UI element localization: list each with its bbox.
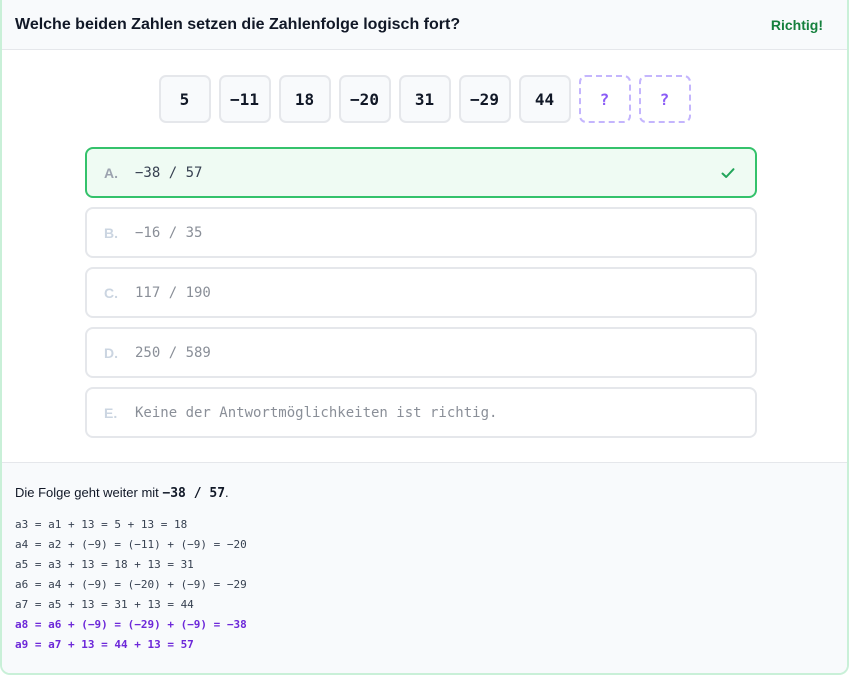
- solution-step-answer: a9 = a7 + 13 = 44 + 13 = 57: [15, 638, 194, 651]
- check-icon: [719, 164, 737, 182]
- sequence-unknown: ?: [578, 75, 631, 123]
- option-letter: E.: [104, 404, 118, 421]
- sequence-unknown: ?: [638, 75, 691, 123]
- option-letter: B.: [104, 224, 118, 241]
- option-e[interactable]: E. Keine der Antwortmöglichkeiten ist ri…: [85, 387, 757, 438]
- explanation-summary: Die Folge geht weiter mit −38 / 57.: [15, 485, 847, 501]
- option-text: −38 / 57: [135, 164, 203, 181]
- sequence-number: 44: [518, 75, 571, 123]
- answer-options: A. −38 / 57 B. −16 / 35 C. 117 / 190 D. …: [85, 147, 757, 438]
- solution-step: a5 = a3 + 13 = 18 + 13 = 31: [15, 558, 194, 571]
- option-d[interactable]: D. 250 / 589: [85, 327, 757, 378]
- question-title: Welche beiden Zahlen setzen die Zahlenfo…: [15, 15, 461, 33]
- quiz-header: Welche beiden Zahlen setzen die Zahlenfo…: [2, 0, 847, 50]
- solution-step: a3 = a1 + 13 = 5 + 13 = 18: [15, 518, 188, 531]
- summary-prefix: Die Folge geht weiter mit: [15, 485, 163, 500]
- number-sequence: 5 −11 18 −20 31 −29 44 ? ?: [2, 75, 847, 123]
- option-text: 250 / 589: [135, 344, 211, 361]
- option-b[interactable]: B. −16 / 35: [85, 207, 757, 258]
- summary-suffix: .: [225, 485, 229, 500]
- sequence-number: −20: [338, 75, 391, 123]
- solution-step: a6 = a4 + (−9) = (−20) + (−9) = −29: [15, 578, 247, 591]
- summary-answer: −38 / 57: [162, 486, 226, 501]
- explanation-panel: Die Folge geht weiter mit −38 / 57. a3 =…: [2, 462, 847, 673]
- option-letter: C.: [104, 284, 118, 301]
- quiz-card: Welche beiden Zahlen setzen die Zahlenfo…: [0, 0, 849, 675]
- sequence-number: 18: [278, 75, 331, 123]
- sequence-number: 5: [158, 75, 211, 123]
- sequence-number: 31: [398, 75, 451, 123]
- sequence-number: −29: [458, 75, 511, 123]
- result-status: Richtig!: [770, 16, 823, 33]
- option-text: 117 / 190: [135, 284, 211, 301]
- option-letter: D.: [104, 344, 118, 361]
- option-text: Keine der Antwortmöglichkeiten ist richt…: [135, 404, 498, 421]
- solution-step: a4 = a2 + (−9) = (−11) + (−9) = −20: [15, 538, 247, 551]
- solution-step: a7 = a5 + 13 = 31 + 13 = 44: [15, 598, 194, 611]
- solution-step-answer: a8 = a6 + (−9) = (−29) + (−9) = −38: [15, 618, 247, 631]
- option-c[interactable]: C. 117 / 190: [85, 267, 757, 318]
- option-a[interactable]: A. −38 / 57: [85, 147, 757, 198]
- option-text: −16 / 35: [135, 224, 203, 241]
- solution-steps: a3 = a1 + 13 = 5 + 13 = 18 a4 = a2 + (−9…: [15, 515, 847, 655]
- option-letter: A.: [104, 164, 118, 181]
- sequence-number: −11: [218, 75, 271, 123]
